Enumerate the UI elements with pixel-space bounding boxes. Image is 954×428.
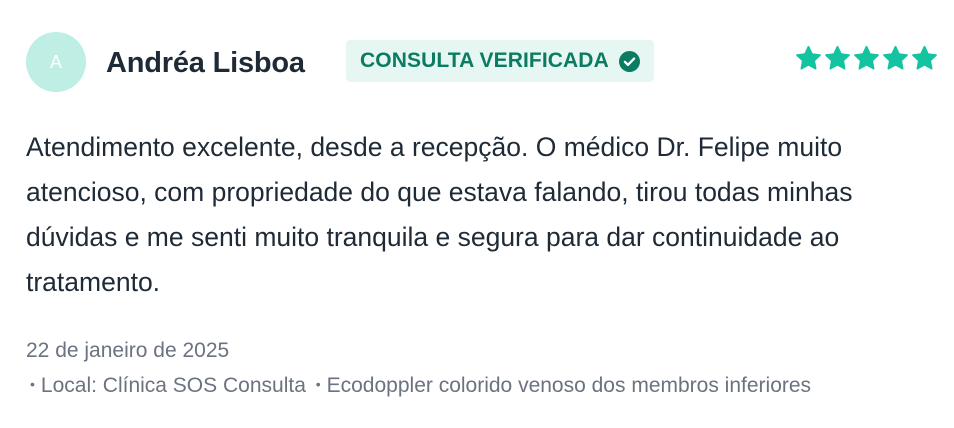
check-circle-icon [618, 50, 640, 72]
review-location: Local: Clínica SOS Consulta [40, 374, 306, 397]
review-meta: • Local: Clínica SOS Consulta • Ecodoppler… [30, 374, 811, 398]
bullet-separator: • [315, 376, 321, 392]
verified-badge: CONSULTA VERIFICADA [346, 40, 654, 82]
avatar: A [26, 32, 86, 92]
bullet-separator: • [30, 376, 35, 392]
review-header: A Andréa Lisboa CONSULTA VERIFICADA [26, 32, 938, 92]
star-icon [882, 45, 909, 72]
star-icon [911, 45, 938, 72]
star-icon [853, 45, 880, 72]
star-rating [795, 45, 938, 72]
review-card: A Andréa Lisboa CONSULTA VERIFICADA Aten… [0, 0, 954, 428]
avatar-initial: A [49, 51, 62, 72]
star-icon [824, 45, 851, 72]
review-procedure: Ecodoppler colorido venoso dos membros i… [326, 374, 812, 397]
review-date: 22 de janeiro de 2025 [26, 339, 230, 362]
star-icon [795, 45, 822, 72]
review-text: Atendimento excelente, desde a recepção.… [26, 132, 853, 297]
verified-badge-label: CONSULTA VERIFICADA [360, 49, 609, 72]
author-name: Andréa Lisboa [106, 47, 305, 79]
